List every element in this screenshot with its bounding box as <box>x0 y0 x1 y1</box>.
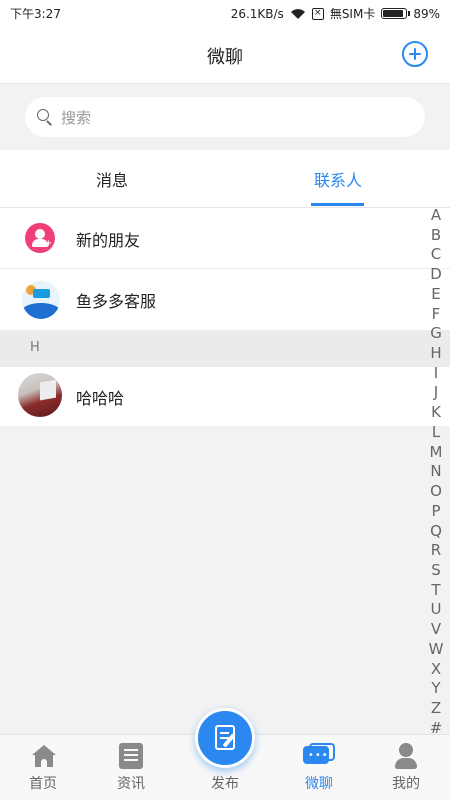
index-letter-u[interactable]: U <box>431 602 442 617</box>
index-letter-a[interactable]: A <box>431 208 441 223</box>
status-bar: 下午3:27 26.1KB/s × 無SIM卡 89% <box>0 0 450 26</box>
contact-row[interactable]: 哈哈哈 <box>0 367 450 426</box>
index-letter-b[interactable]: B <box>431 227 441 243</box>
index-letter-o[interactable]: O <box>430 484 442 499</box>
index-letter-d[interactable]: D <box>430 267 442 282</box>
tab-contacts[interactable]: 联系人 <box>278 167 398 191</box>
new-friend-icon: + <box>25 223 55 253</box>
wifi-icon <box>290 8 305 19</box>
tab-messages[interactable]: 消息 <box>52 167 172 191</box>
index-letter-l[interactable]: L <box>432 424 440 440</box>
index-letter-g[interactable]: G <box>430 326 442 341</box>
index-letter-w[interactable]: W <box>429 641 444 657</box>
chat-icon: ••• <box>303 743 335 769</box>
home-icon <box>32 745 56 767</box>
index-letter-y[interactable]: Y <box>431 681 440 696</box>
section-letter: H <box>30 340 40 355</box>
nav-label: 微聊 <box>305 776 333 792</box>
index-letter-v[interactable]: V <box>431 622 441 637</box>
index-letter-k[interactable]: K <box>431 405 441 420</box>
contact-name: 新的朋友 <box>76 231 141 250</box>
battery-icon <box>381 8 411 19</box>
index-letter-c[interactable]: C <box>431 247 441 262</box>
user-photo-avatar <box>18 373 62 417</box>
index-letter-f[interactable]: F <box>432 306 441 322</box>
nav-label: 我的 <box>392 776 420 792</box>
page-title: 微聊 <box>207 47 243 68</box>
nav-label: 发布 <box>211 776 239 792</box>
index-letter-i[interactable]: I <box>434 365 438 381</box>
contact-row-new-friends[interactable]: + 新的朋友 <box>0 208 450 269</box>
search-input[interactable]: 搜索 <box>25 97 425 137</box>
contact-name: 鱼多多客服 <box>76 292 157 311</box>
nav-news[interactable]: 资讯 <box>91 735 171 800</box>
battery-percent: 89% <box>413 6 440 21</box>
active-tab-indicator <box>311 203 364 206</box>
nav-label: 首页 <box>29 776 57 792</box>
status-time: 下午3:27 <box>10 7 61 21</box>
news-icon <box>119 743 143 769</box>
plus-circle-icon[interactable] <box>402 41 428 67</box>
nav-chat[interactable]: ••• 微聊 <box>279 735 359 800</box>
index-letter-q[interactable]: Q <box>430 523 442 539</box>
index-letter-r[interactable]: R <box>431 543 441 558</box>
index-letter-n[interactable]: N <box>430 464 441 479</box>
nav-mine[interactable]: 我的 <box>366 735 446 800</box>
status-indicators: 26.1KB/s × 無SIM卡 89% <box>231 5 440 22</box>
nav-label: 资讯 <box>117 776 145 792</box>
publish-button[interactable] <box>195 708 255 768</box>
contact-name: 哈哈哈 <box>76 389 125 408</box>
index-letter-j[interactable]: J <box>434 385 438 400</box>
index-letter-e[interactable]: E <box>431 286 440 302</box>
index-letter-s[interactable]: S <box>431 562 441 578</box>
search-icon <box>37 109 53 125</box>
alphabet-index[interactable]: A B C D E F G H I J K L M N O P Q R S T U V W X Y Z # <box>426 208 446 736</box>
index-letter-z[interactable]: Z <box>431 700 441 716</box>
tab-bar: 消息 联系人 <box>0 150 450 208</box>
sim-status: 無SIM卡 <box>329 7 376 21</box>
search-placeholder: 搜索 <box>61 108 92 127</box>
nav-home[interactable]: 首页 <box>3 735 83 800</box>
network-speed: 26.1KB/s <box>230 6 284 21</box>
index-letter-t[interactable]: T <box>431 582 440 598</box>
customer-service-logo <box>22 281 60 319</box>
profile-icon <box>394 743 418 769</box>
index-letter-x[interactable]: X <box>431 661 441 677</box>
no-sim-icon: × <box>311 7 324 20</box>
index-letter-p[interactable]: P <box>431 503 440 519</box>
contact-row-customer-service[interactable]: 鱼多多客服 <box>0 269 450 330</box>
index-letter-h[interactable]: H <box>430 346 441 361</box>
title-bar: 微聊 <box>0 26 450 84</box>
section-header: H <box>0 330 450 367</box>
index-letter-m[interactable]: M <box>430 444 443 460</box>
